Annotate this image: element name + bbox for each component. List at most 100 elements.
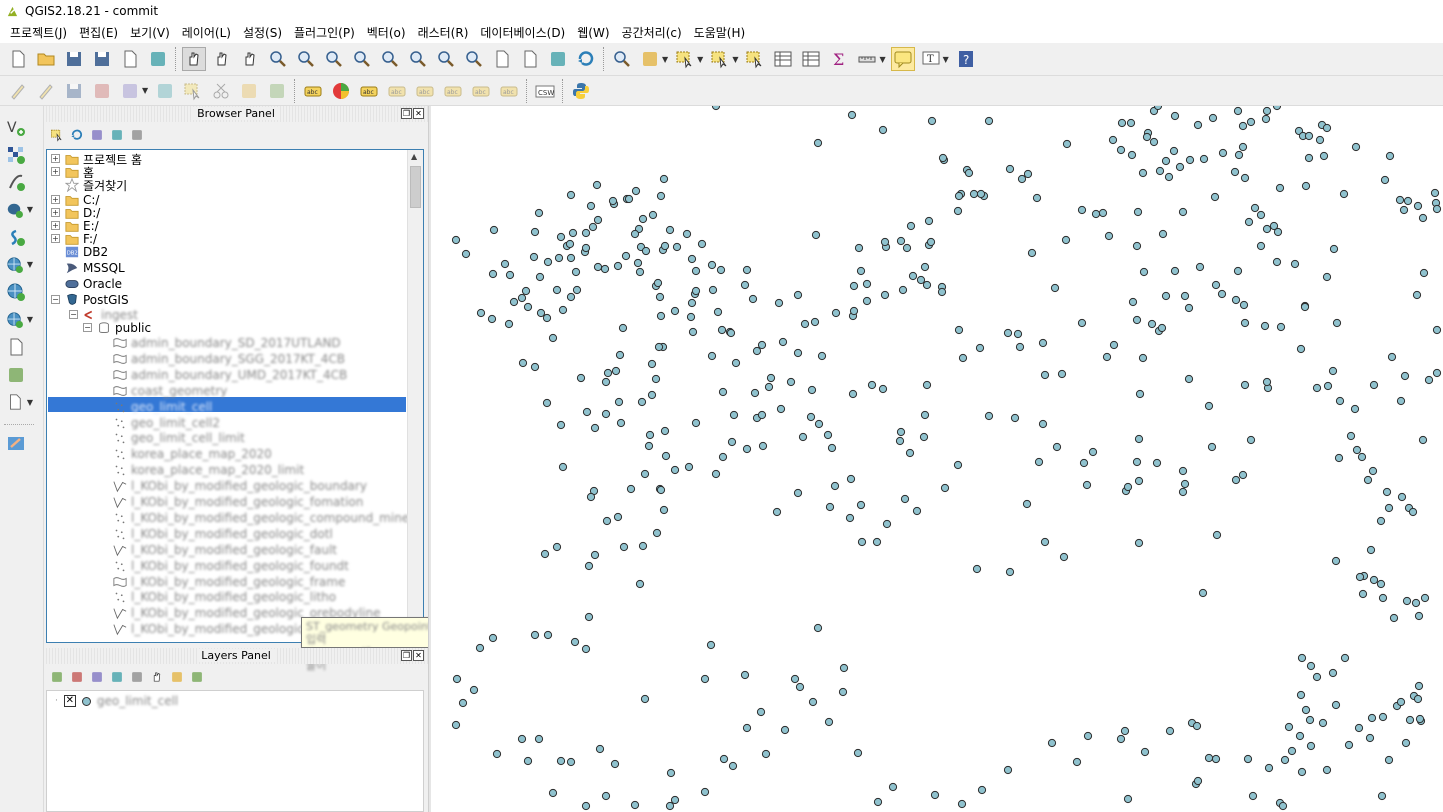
map-tips-button[interactable] bbox=[890, 47, 915, 71]
show-hide-labels-button[interactable]: abc bbox=[413, 79, 437, 103]
filter-icon[interactable] bbox=[90, 128, 104, 142]
tree-item[interactable]: Oracle bbox=[65, 277, 122, 291]
zoom-out-button[interactable] bbox=[294, 47, 318, 71]
add-virtual-layer-button[interactable] bbox=[0, 362, 36, 388]
add-feature-button[interactable] bbox=[90, 79, 114, 103]
chevron-down-icon[interactable]: ▼ bbox=[142, 86, 148, 95]
close-panel-button[interactable]: ✕ bbox=[413, 650, 424, 661]
csw-button[interactable]: CSW bbox=[533, 79, 557, 103]
add-postgis-layer-button[interactable]: ▼ bbox=[0, 197, 36, 223]
layers-list[interactable]: · ✕ geo_limit_cell bbox=[46, 690, 424, 812]
add-wfs-layer-button[interactable] bbox=[0, 279, 36, 305]
identify-button[interactable] bbox=[610, 47, 634, 71]
tree-item-table[interactable]: coast_geometry bbox=[113, 384, 227, 398]
toggle-editing-button[interactable] bbox=[34, 79, 58, 103]
expand-icon[interactable] bbox=[150, 670, 164, 684]
select-by-expression-button[interactable] bbox=[708, 47, 732, 71]
properties-icon[interactable] bbox=[130, 128, 144, 142]
close-panel-button[interactable]: ✕ bbox=[413, 108, 424, 119]
collapse-icon[interactable] bbox=[170, 670, 184, 684]
rotate-label-button[interactable]: abc bbox=[469, 79, 493, 103]
add-spatialite-layer-button[interactable] bbox=[0, 224, 36, 250]
menu-item[interactable]: 웹(W) bbox=[571, 24, 615, 41]
save-as-button[interactable] bbox=[90, 47, 114, 71]
label-toolbar-button[interactable]: abc bbox=[301, 79, 325, 103]
layer-row[interactable]: · ✕ geo_limit_cell bbox=[55, 694, 178, 708]
chevron-down-icon[interactable]: ▼ bbox=[732, 55, 738, 64]
tree-item-table[interactable]: l_KObi_by_modified_geologic_dotl bbox=[113, 527, 333, 541]
new-bookmark-button[interactable] bbox=[518, 47, 542, 71]
add-group-icon[interactable] bbox=[70, 670, 84, 684]
action-button[interactable] bbox=[638, 47, 662, 71]
menu-item[interactable]: 도움말(H) bbox=[688, 24, 752, 41]
chevron-down-icon[interactable]: ▼ bbox=[27, 205, 33, 214]
tree-item-schema[interactable]: − public bbox=[83, 321, 151, 335]
menu-item[interactable]: 래스터(R) bbox=[412, 24, 475, 41]
current-edits-button[interactable] bbox=[6, 79, 30, 103]
tree-item[interactable]: 즐겨찾기 bbox=[65, 178, 127, 193]
select-features-button[interactable] bbox=[673, 47, 697, 71]
tree-item-table[interactable]: l_KObi_by_modified_geologic_fomation bbox=[113, 495, 363, 509]
tree-item[interactable]: MSSQL bbox=[65, 261, 125, 275]
tree-item-table[interactable]: admin_boundary_SGG_2017KT_4CB bbox=[113, 352, 345, 366]
open-project-button[interactable] bbox=[34, 47, 58, 71]
float-panel-button[interactable]: ❐ bbox=[401, 108, 412, 119]
menu-item[interactable]: 편집(E) bbox=[73, 24, 124, 41]
expand-icon[interactable]: + bbox=[51, 167, 60, 176]
menu-item[interactable]: 레이어(L) bbox=[176, 24, 237, 41]
tree-scrollbar[interactable]: ▲ bbox=[407, 150, 423, 642]
tree-item-table[interactable]: geo_limit_cell_limit bbox=[113, 431, 245, 445]
composer-manager-button[interactable] bbox=[146, 47, 170, 71]
cut-features-button[interactable] bbox=[209, 79, 233, 103]
text-annotation-button[interactable]: T bbox=[919, 47, 943, 71]
deselect-button[interactable] bbox=[743, 47, 767, 71]
tree-item[interactable]: + F:/ bbox=[51, 232, 97, 246]
add-vector-layer-button[interactable]: V bbox=[0, 114, 36, 140]
add-wms-layer-button[interactable]: ▼ bbox=[0, 252, 36, 278]
manage-visibility-icon[interactable] bbox=[90, 670, 104, 684]
scroll-up-icon[interactable]: ▲ bbox=[411, 152, 417, 161]
scrollbar-thumb[interactable] bbox=[410, 166, 421, 208]
menu-item[interactable]: 플러그인(P) bbox=[288, 24, 361, 41]
tree-item[interactable]: + D:/ bbox=[51, 206, 100, 220]
tree-item[interactable]: − PostGIS bbox=[51, 293, 129, 307]
add-selected-icon[interactable] bbox=[50, 128, 64, 142]
new-map-view-button[interactable] bbox=[490, 47, 514, 71]
tree-item-table[interactable]: korea_place_map_2020 bbox=[113, 447, 272, 461]
chevron-down-icon[interactable]: ▼ bbox=[27, 315, 33, 324]
tree-item-table[interactable]: geo_limit_cell bbox=[113, 400, 212, 414]
new-project-button[interactable] bbox=[6, 47, 30, 71]
collapse-icon[interactable]: − bbox=[83, 323, 92, 332]
menu-item[interactable]: 공간처리(c) bbox=[616, 24, 688, 41]
tree-item-table[interactable]: l_KObi_by_modified_geologic_frame bbox=[113, 575, 345, 589]
move-feature-button[interactable] bbox=[118, 79, 142, 103]
expand-icon[interactable]: + bbox=[51, 221, 60, 230]
new-geopackage-button[interactable]: ▼ bbox=[0, 389, 36, 415]
tree-item[interactable]: + 프로젝트 홈 bbox=[51, 152, 142, 167]
tree-item-table[interactable]: l_KObi_by_modified_geologic_fault bbox=[113, 543, 337, 557]
layer-visibility-checkbox[interactable]: ✕ bbox=[63, 695, 76, 707]
map-canvas[interactable] bbox=[431, 106, 1443, 812]
refresh-button[interactable] bbox=[574, 47, 598, 71]
tree-item-table[interactable]: l_KObi_by_modified_geologic_foundt bbox=[113, 559, 349, 573]
expand-icon[interactable]: + bbox=[51, 208, 60, 217]
add-delimited-text-button[interactable] bbox=[0, 169, 36, 195]
chevron-down-icon[interactable]: ▼ bbox=[697, 55, 703, 64]
tree-item-table[interactable]: korea_place_map_2020_limit bbox=[113, 463, 304, 477]
save-project-button[interactable] bbox=[62, 47, 86, 71]
zoom-to-selection-button[interactable] bbox=[378, 47, 402, 71]
new-shapefile-button[interactable] bbox=[0, 334, 36, 360]
show-bookmarks-button[interactable] bbox=[546, 47, 570, 71]
pan-to-selection-button[interactable] bbox=[238, 47, 262, 71]
node-tool-button[interactable] bbox=[153, 79, 177, 103]
move-label-button[interactable]: abc bbox=[441, 79, 465, 103]
tree-item-table[interactable]: admin_boundary_UMD_2017KT_4CB bbox=[113, 368, 347, 382]
tree-item[interactable]: + E:/ bbox=[51, 219, 99, 233]
filter-expression-icon[interactable] bbox=[130, 670, 144, 684]
expand-icon[interactable]: + bbox=[51, 195, 60, 204]
field-calculator-button[interactable] bbox=[799, 47, 823, 71]
zoom-to-layer-button[interactable] bbox=[406, 47, 430, 71]
copy-features-button[interactable] bbox=[237, 79, 261, 103]
diagram-button[interactable] bbox=[329, 79, 353, 103]
menu-item[interactable]: 설정(S) bbox=[237, 24, 288, 41]
